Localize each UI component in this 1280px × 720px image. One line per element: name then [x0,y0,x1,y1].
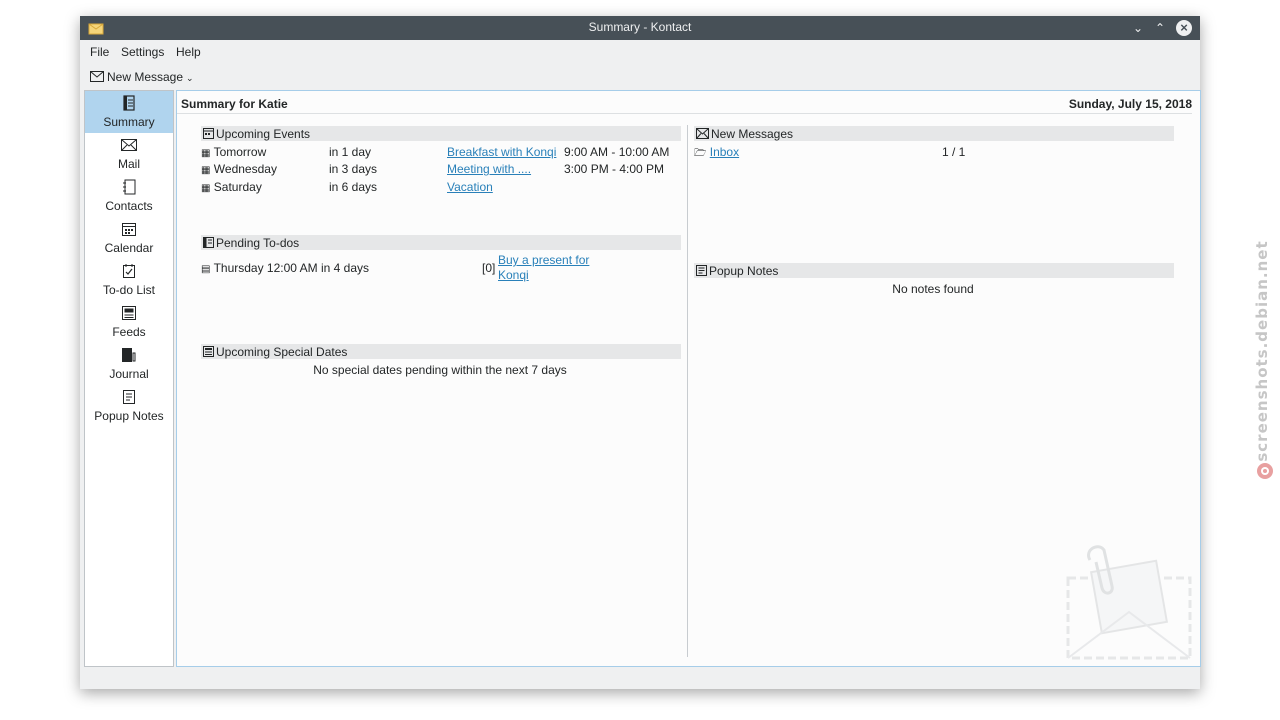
upcoming-events-heading: Upcoming Events [216,126,311,141]
sidebar-item-summary[interactable]: Summary [85,91,173,133]
feeds-icon [122,306,136,320]
event-when: in 6 days [329,180,378,194]
event-row: ▦ Tomorrow [201,145,266,159]
event-time: 3:00 PM - 4:00 PM [564,162,665,176]
sidebar-item-popup-notes[interactable]: Popup Notes [85,385,173,427]
popup-notes-empty: No notes found [892,282,974,296]
todo-title-line2: Konqi [498,268,529,282]
sidebar-item-label: Feeds [112,325,146,339]
title-bar: Summary - Kontact ⌄ ⌃ × [80,16,1200,40]
notes-icon [696,265,707,276]
inbox-link[interactable]: Inbox [710,145,739,159]
event-day: Wednesday [213,162,277,176]
todo-list-icon [203,237,214,248]
minimize-button[interactable]: ⌄ [1128,18,1148,38]
new-messages-header: New Messages [694,126,1174,141]
todo-priority: [0] [482,261,496,275]
new-messages-heading: New Messages [711,126,794,141]
calendar-icon [203,128,214,139]
new-message-label: New Message [107,69,184,84]
popup-notes-heading: Popup Notes [709,263,779,278]
header-divider [177,113,1192,114]
window-title: Summary - Kontact [588,20,692,34]
status-bar [80,667,1200,689]
sidebar-item-label: Summary [103,115,155,129]
column-separator [687,125,688,657]
sidebar-item-label: Popup Notes [94,409,164,423]
event-icon: ▦ [201,183,211,194]
event-link[interactable]: Breakfast with Konqi [447,145,556,159]
popup-notes-header: Popup Notes [694,263,1174,278]
event-when: in 1 day [329,145,372,159]
event-link[interactable]: Vacation [447,180,493,194]
sidebar-item-feeds[interactable]: Feeds [85,301,173,343]
folder-icon: 🗁 [694,148,707,159]
inbox-count: 1 / 1 [942,145,966,159]
event-day: Saturday [213,180,262,194]
chevron-down-icon[interactable]: ⌄ [186,73,194,84]
todo-icon: ▤ [201,264,211,275]
menu-settings[interactable]: Settings [121,45,164,59]
sidebar-item-label: Mail [117,157,140,171]
contacts-icon [123,179,136,195]
pending-todos-header: Pending To-dos [201,235,681,250]
folder-row: 🗁 Inbox [694,145,739,163]
special-dates-heading: Upcoming Special Dates [216,344,348,359]
event-link[interactable]: Meeting with .... [447,162,531,176]
kontact-window: Summary - Kontact ⌄ ⌃ × File Settings He… [80,16,1201,689]
notes-icon [123,390,135,404]
upcoming-events-header: Upcoming Events [201,126,681,141]
sidebar-item-label: Calendar [104,241,154,255]
event-row: ▦ Saturday [201,180,262,194]
event-time: 9:00 AM - 10:00 AM [564,145,670,159]
event-row: ▦ Wednesday [201,162,277,176]
summary-view: Summary for Katie Sunday, July 15, 2018 … [176,90,1201,667]
todo-due: Thursday 12:00 AM in 4 days [213,261,369,275]
journal-icon [122,348,136,362]
menu-help[interactable]: Help [176,45,201,59]
screenshot-watermark: screenshots.debian.net [1252,240,1276,490]
event-when: in 3 days [329,162,378,176]
sidebar-item-mail[interactable]: Mail [85,133,173,175]
close-button[interactable]: × [1176,20,1192,36]
sidebar-item-label: Contacts [105,199,153,213]
sidebar-item-calendar[interactable]: Calendar [85,217,173,259]
mail-icon [696,128,709,139]
todo-row: ▤ Thursday 12:00 AM in 4 days [201,261,369,275]
sidebar: Summary Mail Contacts Calendar To-do Lis… [84,90,174,667]
sidebar-item-label: To-do List [102,283,156,297]
sidebar-item-label: Journal [109,367,149,381]
toolbar: New Message ⌄ [80,64,1200,90]
new-message-button[interactable]: New Message ⌄ [90,69,194,84]
menu-bar: File Settings Help [80,40,1200,64]
special-dates-header: Upcoming Special Dates [201,344,681,359]
sidebar-item-journal[interactable]: Journal [85,343,173,385]
sidebar-item-todo[interactable]: To-do List [85,259,173,301]
special-dates-empty: No special dates pending within the next… [313,363,567,377]
sidebar-item-contacts[interactable]: Contacts [85,175,173,217]
mail-icon [121,139,137,151]
calendar-icon [122,223,136,236]
envelope-watermark-icon [1066,545,1192,660]
mail-new-icon [90,71,104,82]
summary-date: Sunday, July 15, 2018 [1068,97,1192,111]
todo-icon [123,264,135,278]
maximize-button[interactable]: ⌃ [1150,18,1170,38]
special-dates-icon [203,346,214,357]
summary-icon [123,95,135,111]
todo-link[interactable]: Buy a present for Konqi [498,253,589,283]
event-icon: ▦ [201,165,211,176]
debian-swirl-icon [1257,463,1273,479]
todo-title-line1: Buy a present for [498,253,590,267]
watermark-text: screenshots.debian.net [1253,240,1271,462]
summary-title: Summary for Katie [181,97,288,111]
event-icon: ▦ [201,148,211,159]
pending-todos-heading: Pending To-dos [216,235,300,250]
event-day: Tomorrow [213,145,267,159]
menu-file[interactable]: File [90,45,109,59]
